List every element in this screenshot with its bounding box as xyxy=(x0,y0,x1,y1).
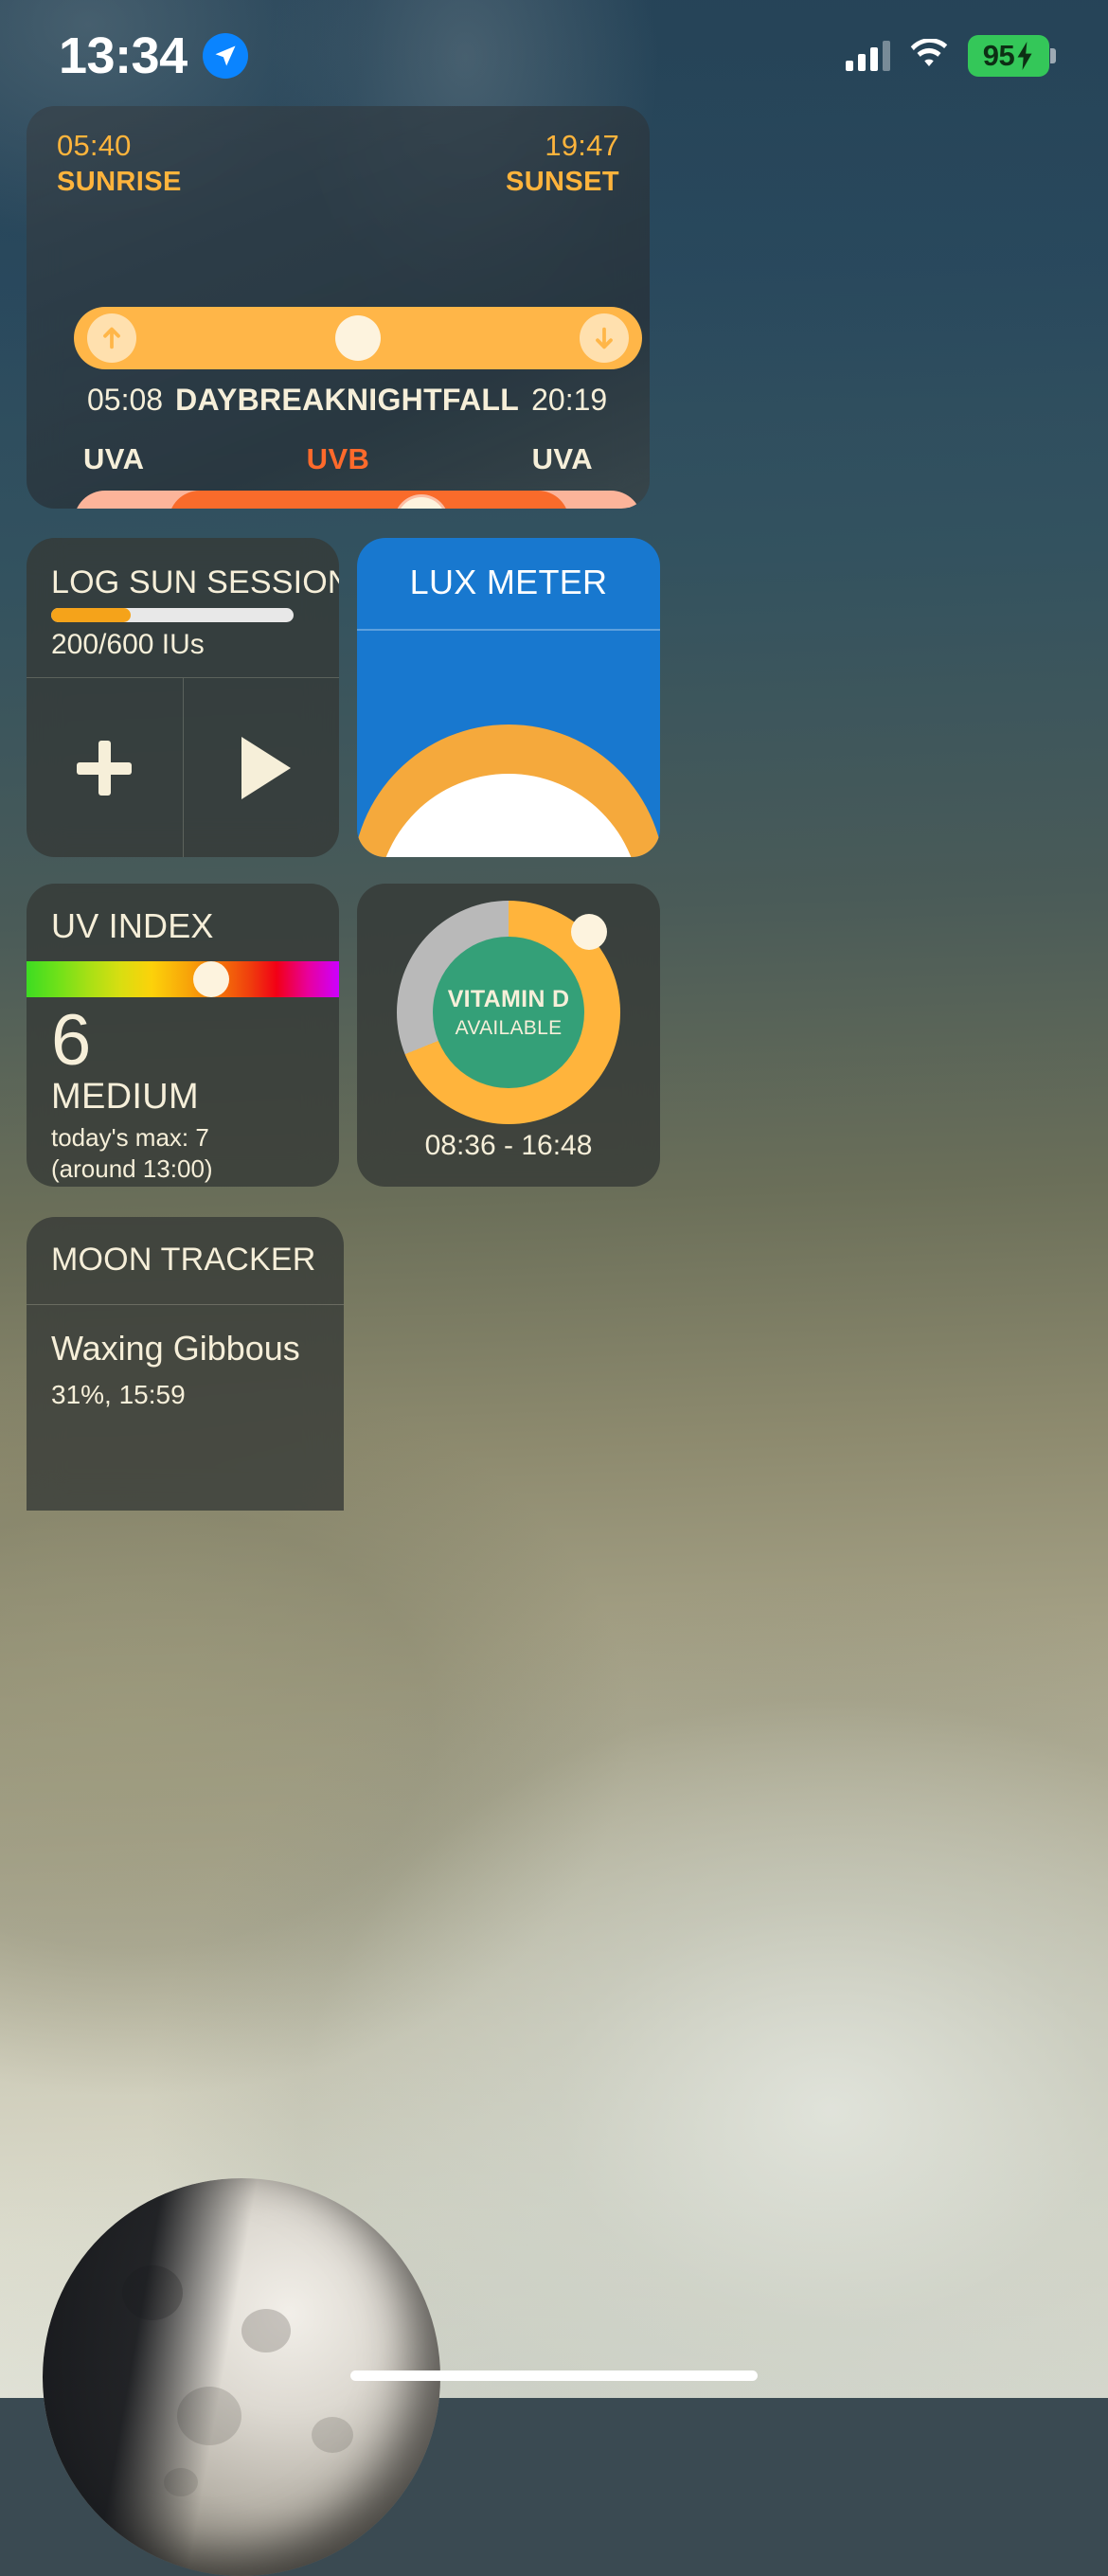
vitamin-d-ring-wrapper: VITAMIN D AVAILABLE xyxy=(397,901,620,1124)
uv-index-title: UV INDEX xyxy=(51,906,214,945)
daybreak-group: 05:08 DAYBREAK xyxy=(87,383,347,418)
uv-index-level: MEDIUM xyxy=(51,1077,199,1117)
daylight-progress-bar[interactable] xyxy=(74,307,642,369)
uva-right-label: UVA xyxy=(531,442,593,475)
status-bar-clock: 13:34 xyxy=(59,27,188,84)
start-session-button[interactable] xyxy=(184,678,340,857)
moon-tracker-title: MOON TRACKER xyxy=(51,1242,316,1278)
arrow-up-icon xyxy=(87,313,136,363)
sun-overview-card[interactable]: 05:40 SUNRISE 19:47 SUNSET 05:08 DAYBREA… xyxy=(27,106,650,509)
sunset-time: 19:47 xyxy=(545,129,619,162)
vitamin-d-time-range: 08:36 - 16:48 xyxy=(424,1130,593,1161)
uv-exposure-bar[interactable] xyxy=(74,491,642,509)
battery-indicator: 95 xyxy=(968,35,1056,77)
vitamin-d-ring-marker xyxy=(571,914,607,950)
sunrise-block: 05:40 SUNRISE xyxy=(57,129,182,198)
daybreak-label: DAYBREAK xyxy=(175,383,347,417)
plus-icon xyxy=(77,740,133,796)
moon-tracker-divider xyxy=(27,1304,344,1305)
log-progress-track xyxy=(51,608,294,622)
log-sun-session-title: LOG SUN SESSION xyxy=(51,564,339,600)
nightfall-time: 20:19 xyxy=(531,383,608,417)
lux-meter-title: LUX METER xyxy=(409,563,608,601)
arrow-down-icon xyxy=(580,313,629,363)
location-arrow-icon xyxy=(202,33,248,79)
uv-band-header: UVA UVB UVA xyxy=(27,442,650,476)
twilight-row: 05:08 DAYBREAK NIGHTFALL 20:19 xyxy=(27,383,650,418)
vitamin-d-card[interactable]: VITAMIN D AVAILABLE 08:36 - 16:48 xyxy=(357,884,660,1187)
uv-index-max-time: (around 13:00) xyxy=(51,1154,213,1183)
vitamin-d-status: AVAILABLE xyxy=(455,1016,563,1039)
daybreak-time: 05:08 xyxy=(87,383,164,417)
uvb-window-fill xyxy=(169,491,569,509)
lux-meter-card[interactable]: LUX METER xyxy=(357,538,660,857)
moon-phase-stats: 31%, 15:59 xyxy=(51,1380,186,1409)
uv-index-scale[interactable] xyxy=(27,961,339,997)
uv-index-max-text: today's max: 7 xyxy=(51,1123,209,1152)
screen-content: 13:34 95 05:40 SUNRISE 19:47 SUNSET 05:0… xyxy=(0,0,1108,2398)
log-action-row xyxy=(27,677,339,857)
uva-left-label: UVA xyxy=(83,442,145,475)
wifi-icon xyxy=(909,37,949,74)
log-iu-value: 200/600 IUs xyxy=(51,629,205,660)
lightning-bolt-icon xyxy=(1017,42,1032,70)
home-indicator[interactable] xyxy=(350,2370,758,2381)
sunset-block: 19:47 SUNSET xyxy=(506,129,619,198)
lux-meter-divider xyxy=(357,629,660,631)
vitamin-d-title: VITAMIN D xyxy=(447,985,570,1012)
sunrise-label: SUNRISE xyxy=(57,167,182,197)
status-bar: 13:34 95 xyxy=(0,0,1108,112)
uv-index-card[interactable]: UV INDEX 6 MEDIUM today's max: 7 (around… xyxy=(27,884,339,1187)
sunrise-sunset-header: 05:40 SUNRISE 19:47 SUNSET xyxy=(27,129,650,198)
battery-percent-label: 95 xyxy=(982,39,1015,72)
moon-phase-name: Waxing Gibbous xyxy=(51,1329,300,1368)
nightfall-label: NIGHTFALL xyxy=(346,383,520,417)
sun-position-marker[interactable] xyxy=(335,315,381,361)
uv-index-value: 6 xyxy=(51,1000,92,1081)
log-progress-fill xyxy=(51,608,132,622)
uvb-label: UVB xyxy=(306,442,370,475)
status-bar-right: 95 xyxy=(846,35,1056,77)
add-session-button[interactable] xyxy=(27,678,184,857)
status-bar-left: 13:34 xyxy=(59,27,248,85)
sunset-label: SUNSET xyxy=(505,167,619,197)
play-icon xyxy=(241,736,291,799)
cellular-signal-icon xyxy=(846,41,890,71)
moon-tracker-card[interactable]: MOON TRACKER Waxing Gibbous 31%, 15:59 xyxy=(27,1217,344,1511)
uv-index-marker[interactable] xyxy=(192,961,229,997)
log-sun-session-card[interactable]: LOG SUN SESSION 200/600 IUs xyxy=(27,538,339,857)
vitamin-d-inner-circle: VITAMIN D AVAILABLE xyxy=(433,937,584,1088)
sunrise-time: 05:40 xyxy=(57,129,132,162)
nightfall-group: NIGHTFALL 20:19 xyxy=(347,383,607,418)
